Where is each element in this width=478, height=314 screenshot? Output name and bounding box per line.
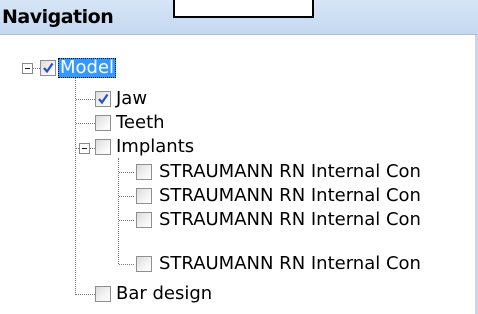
checkbox-jaw[interactable] [95,91,111,107]
tree-item-implant-2[interactable]: STRAUMANN RN Internal Con [159,186,421,206]
checkbox-implant-3[interactable] [136,212,152,228]
checkbox-bar-design[interactable] [95,286,111,302]
collapse-toggle-implants[interactable] [79,143,90,154]
tree-line [76,123,95,124]
checkbox-implant-1[interactable] [136,164,152,180]
tree-line [76,294,95,295]
tree-item-model[interactable]: Model [58,58,117,78]
tree-line [75,74,76,295]
tree-item-implant-4[interactable]: STRAUMANN RN Internal Con [159,254,421,274]
checkmark-icon [98,93,109,105]
tree-item-bar-design[interactable]: Bar design [116,284,212,304]
top-frame-box [173,0,314,18]
tree-item-implant-3[interactable]: STRAUMANN RN Internal Con [159,210,421,230]
checkbox-teeth[interactable] [95,115,111,131]
tree-line [119,264,134,265]
tree-line [118,158,119,264]
collapse-toggle-model[interactable] [22,63,33,74]
tree-item-teeth[interactable]: Teeth [116,113,165,133]
checkbox-model[interactable] [40,60,56,76]
tree-line [76,99,95,100]
checkbox-implant-2[interactable] [136,188,152,204]
panel-title: Navigation [2,6,114,28]
checkbox-implants[interactable] [95,139,111,155]
tree-item-jaw[interactable]: Jaw [116,89,147,109]
tree-line [33,68,40,69]
tree-item-implants[interactable]: Implants [116,137,194,157]
tree-line [119,196,134,197]
tree-item-implant-1[interactable]: STRAUMANN RN Internal Con [159,162,421,182]
tree-line [119,220,134,221]
tree-line [119,172,134,173]
checkmark-icon [43,62,54,74]
checkbox-implant-4[interactable] [136,256,152,272]
